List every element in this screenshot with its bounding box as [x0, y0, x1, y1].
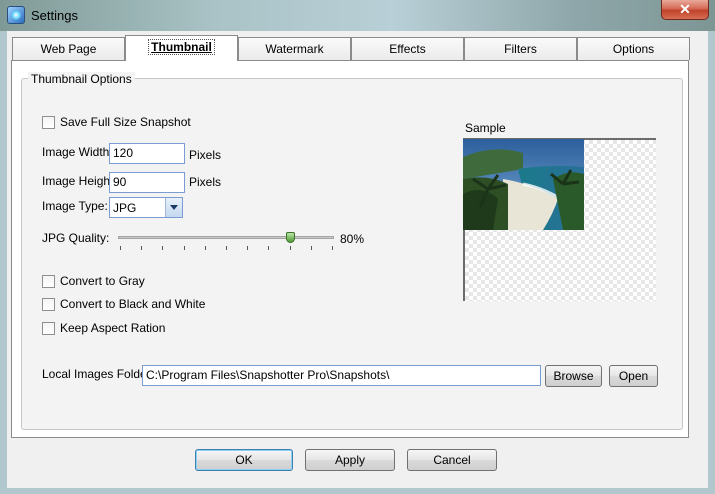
- slider-tick: [332, 246, 333, 250]
- image-type-label: Image Type:: [42, 199, 108, 213]
- image-type-select[interactable]: JPG: [109, 197, 183, 218]
- open-button[interactable]: Open: [609, 365, 658, 387]
- sample-label: Sample: [465, 121, 506, 135]
- slider-tick: [141, 246, 143, 250]
- slider-tick: [204, 246, 206, 250]
- local-folder-input[interactable]: C:\Program Files\Snapshotter Pro\Snapsho…: [142, 365, 541, 386]
- image-height-unit: Pixels: [189, 175, 222, 189]
- save-full-size-label: Save Full Size Snapshot: [60, 115, 191, 129]
- image-width-unit: Pixels: [189, 148, 222, 162]
- tab-web-page[interactable]: Web Page: [12, 37, 125, 60]
- tab-label: Options: [612, 42, 655, 56]
- convert-bw-label: Convert to Black and White: [60, 297, 206, 311]
- tab-options[interactable]: Options: [577, 37, 690, 60]
- browse-button[interactable]: Browse: [545, 365, 602, 387]
- jpg-quality-slider-thumb[interactable]: [285, 232, 295, 243]
- group-title: Thumbnail Options: [28, 72, 135, 86]
- tab-label: Filters: [504, 42, 537, 56]
- title-bar[interactable]: [0, 0, 715, 31]
- local-folder-label: Local Images Folder:: [42, 367, 155, 381]
- close-button[interactable]: ✕: [661, 0, 709, 20]
- image-type-value: JPG: [113, 201, 137, 215]
- tab-label: Watermark: [265, 42, 324, 56]
- app-icon: [7, 6, 25, 24]
- image-height-input[interactable]: 90: [109, 172, 185, 193]
- tab-label: Effects: [389, 42, 426, 56]
- tab-label: Thumbnail: [148, 39, 215, 55]
- image-width-input[interactable]: 120: [109, 143, 185, 164]
- slider-tick: [268, 246, 270, 250]
- sample-thumbnail-image: [463, 139, 584, 230]
- ok-button[interactable]: OK: [195, 449, 293, 471]
- apply-button[interactable]: Apply: [305, 449, 395, 471]
- tab-thumbnail[interactable]: Thumbnail: [125, 35, 238, 61]
- slider-tick: [310, 246, 312, 250]
- tab-filters[interactable]: Filters: [464, 37, 577, 60]
- slider-tick: [226, 246, 227, 250]
- chevron-down-icon[interactable]: [165, 198, 182, 217]
- cancel-button[interactable]: Cancel: [407, 449, 497, 471]
- slider-tick: [183, 246, 185, 250]
- jpg-quality-slider-track[interactable]: [118, 236, 334, 239]
- tab-watermark[interactable]: Watermark: [238, 37, 351, 60]
- jpg-quality-label: JPG Quality:: [42, 231, 110, 245]
- beach-image: [463, 139, 584, 230]
- slider-tick: [120, 246, 121, 250]
- keep-aspect-label: Keep Aspect Ration: [60, 321, 166, 335]
- convert-gray-checkbox[interactable]: [42, 275, 55, 288]
- slider-tick: [247, 246, 249, 250]
- slider-tick: [289, 246, 291, 250]
- image-height-label: Image Height:: [42, 174, 117, 188]
- slider-tick: [162, 246, 164, 250]
- keep-aspect-checkbox[interactable]: [42, 322, 55, 335]
- convert-gray-label: Convert to Gray: [60, 274, 145, 288]
- tab-label: Web Page: [40, 42, 97, 56]
- jpg-quality-value: 80%: [340, 232, 365, 246]
- save-full-size-checkbox[interactable]: [42, 116, 55, 129]
- convert-bw-checkbox[interactable]: [42, 298, 55, 311]
- tab-effects[interactable]: Effects: [351, 37, 464, 60]
- window-title: Settings: [31, 8, 78, 23]
- image-width-label: Image Width:: [42, 145, 113, 159]
